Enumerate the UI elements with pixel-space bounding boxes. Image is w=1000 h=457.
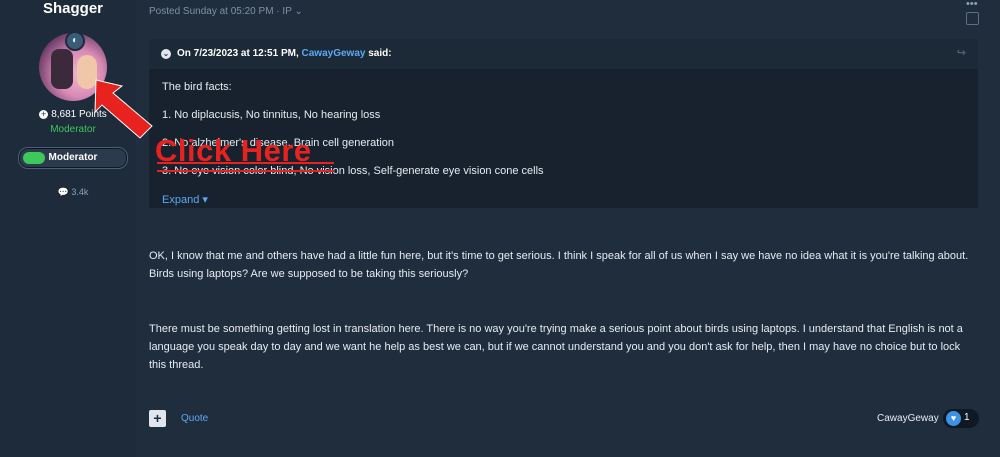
quote-block: ⌄ On 7/23/2023 at 12:51 PM, CawayGeway s… [149,39,978,208]
points-label: 8,681 Points [51,109,107,120]
chevron-down-icon: ▾ [202,194,208,206]
heart-icon: ♥ [946,411,961,426]
like-count: 1 [964,412,970,423]
more-icon[interactable]: ••• [966,0,978,10]
select-checkbox[interactable] [966,12,979,25]
post-meta[interactable]: Posted Sunday at 05:20 PM · IP ⌄ [149,6,303,17]
quote-line: 1. No diplacusis, No tinnitus, No hearin… [162,109,381,121]
author-sidebar: Shagger ◐ +8,681 Points Moderator Modera… [0,0,136,457]
role-badge-label: Moderator [48,152,98,163]
post-meta-text: Posted Sunday at 05:20 PM · IP [149,6,292,17]
chevron-down-icon: ⌄ [294,6,303,17]
expand-label: Expand [162,194,200,206]
collapse-toggle-icon[interactable]: ⌄ [161,49,171,59]
user-role: Moderator [50,124,96,135]
quote-button[interactable]: Quote [181,413,208,424]
post-paragraph: OK, I know that me and others have had a… [149,250,969,280]
reactor-name[interactable]: CawayGeway [877,413,939,424]
quote-citation: On 7/23/2023 at 12:51 PM, CawayGeway sai… [177,48,392,59]
role-badge: Moderator [18,147,128,169]
quote-header: ⌄ On 7/23/2023 at 12:51 PM, CawayGeway s… [149,39,978,69]
quote-line: The bird facts: [162,81,232,93]
share-icon[interactable]: ↪ [957,46,966,59]
quote-date: On 7/23/2023 at 12:51 PM, [177,48,299,59]
username[interactable]: Shagger [0,0,146,17]
avatar-figure [77,55,97,89]
click-here-annotation: Click Here [155,133,312,168]
reaction-count: 💬 3.4k [0,187,146,198]
avatar-figure [51,49,73,89]
chat-icon: 💬 [57,187,69,197]
points: +8,681 Points [0,109,146,120]
like-button[interactable]: ♥ 1 [943,409,979,428]
expand-button[interactable]: Expand ▾ [162,193,208,206]
rank-icon: ◐ [65,31,85,51]
plus-icon[interactable]: + [149,410,166,427]
post-paragraph: There must be something getting lost in … [149,323,963,371]
reaction-count-value: 3.4k [71,187,89,197]
quote-author[interactable]: CawayGeway [302,48,366,59]
plus-icon: + [39,108,49,119]
quote-said: said: [368,48,392,59]
